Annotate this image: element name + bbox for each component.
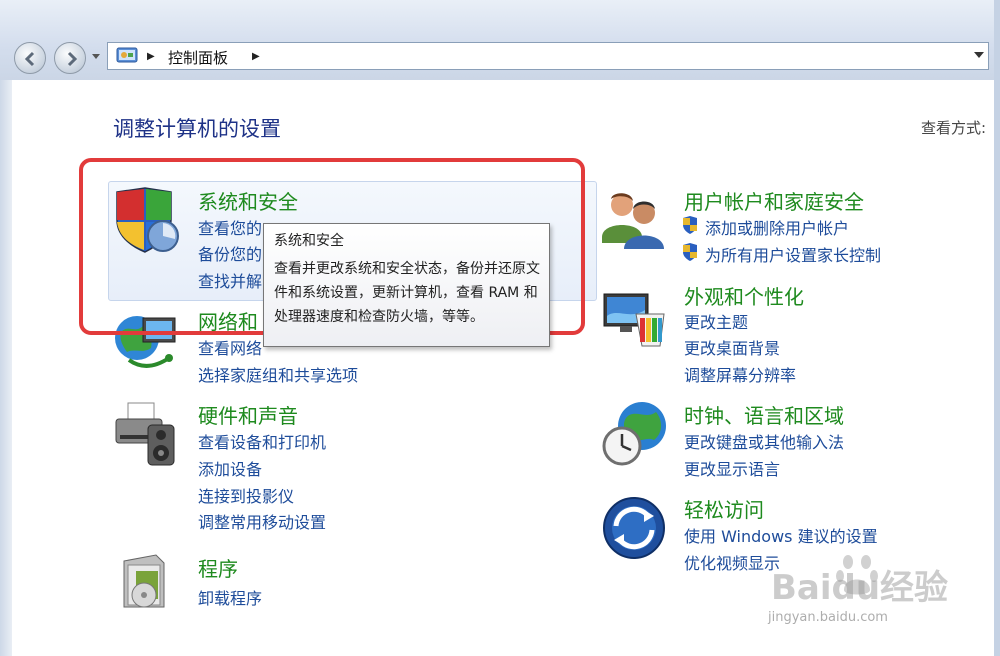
system-security-tooltip: 系统和安全 查看并更改系统和安全状态，备份并还原文件和系统设置，更新计算机，查看…: [263, 223, 550, 347]
change-desktop-background-link[interactable]: 更改桌面背景: [684, 335, 780, 359]
hardware-sound-title[interactable]: 硬件和声音: [198, 400, 298, 429]
breadcrumb-separator-icon[interactable]: ▶: [147, 51, 155, 62]
change-theme-link[interactable]: 更改主题: [684, 309, 748, 333]
right-frame: [994, 0, 1000, 656]
left-frame: [0, 80, 12, 656]
watermark-brand: Baidu经验: [771, 568, 949, 608]
address-dropdown-icon[interactable]: [974, 52, 984, 58]
uac-shield-icon: [683, 243, 697, 261]
page-title: 调整计算机的设置: [113, 117, 281, 141]
arrow-right-icon: [67, 51, 78, 67]
navigation-toolbar: ▶ 控制面板 ▶: [0, 0, 1000, 80]
user-accounts-title[interactable]: 用户帐户和家庭安全: [684, 186, 864, 215]
breadcrumb-control-panel[interactable]: 控制面板: [168, 47, 228, 68]
optimize-visual-display-link[interactable]: 优化视频显示: [684, 550, 780, 574]
users-icon[interactable]: [600, 187, 668, 253]
windows-suggested-settings-link[interactable]: 使用 Windows 建议的设置: [684, 523, 878, 547]
programs-icon[interactable]: [116, 551, 172, 611]
forward-button[interactable]: [54, 42, 86, 74]
ease-of-access-icon[interactable]: [602, 496, 666, 560]
parental-controls-link[interactable]: 为所有用户设置家长控制: [705, 242, 881, 266]
ease-of-access-title[interactable]: 轻松访问: [684, 494, 764, 523]
view-network-status-link[interactable]: 查看网络: [198, 335, 262, 359]
change-display-language-link[interactable]: 更改显示语言: [684, 456, 780, 480]
appearance-monitor-icon[interactable]: [602, 290, 666, 350]
tooltip-description: 查看并更改系统和安全状态，备份并还原文件和系统设置，更新计算机，查看 RAM 和…: [274, 261, 540, 325]
uac-shield-icon: [683, 216, 697, 234]
add-device-link[interactable]: 添加设备: [198, 456, 262, 480]
connect-projector-link[interactable]: 连接到投影仪: [198, 483, 294, 507]
clock-language-region-title[interactable]: 时钟、语言和区域: [684, 400, 844, 429]
control-panel-icon: [116, 47, 138, 63]
screen-resolution-link[interactable]: 调整屏幕分辨率: [684, 362, 796, 386]
clock-globe-icon[interactable]: [600, 400, 670, 470]
recent-pages-dropdown-icon[interactable]: [92, 54, 100, 59]
mobility-settings-link[interactable]: 调整常用移动设置: [198, 509, 326, 533]
appearance-title[interactable]: 外观和个性化: [684, 281, 804, 310]
homegroup-sharing-link[interactable]: 选择家庭组和共享选项: [198, 362, 358, 386]
uninstall-program-link[interactable]: 卸载程序: [198, 585, 262, 609]
watermark-url: jingyan.baidu.com: [768, 610, 888, 625]
change-keyboard-link[interactable]: 更改键盘或其他输入法: [684, 429, 844, 453]
programs-title[interactable]: 程序: [198, 553, 238, 582]
address-bar[interactable]: ▶ 控制面板 ▶: [107, 42, 989, 70]
printer-speaker-icon[interactable]: [114, 401, 176, 467]
devices-printers-link[interactable]: 查看设备和打印机: [198, 429, 326, 453]
breadcrumb-separator-icon[interactable]: ▶: [252, 51, 260, 62]
add-remove-accounts-link[interactable]: 添加或删除用户帐户: [705, 215, 849, 239]
arrow-left-icon: [24, 51, 35, 67]
tooltip-title: 系统和安全: [274, 233, 344, 249]
back-button[interactable]: [14, 42, 46, 74]
view-by-label: 查看方式:: [921, 119, 987, 137]
